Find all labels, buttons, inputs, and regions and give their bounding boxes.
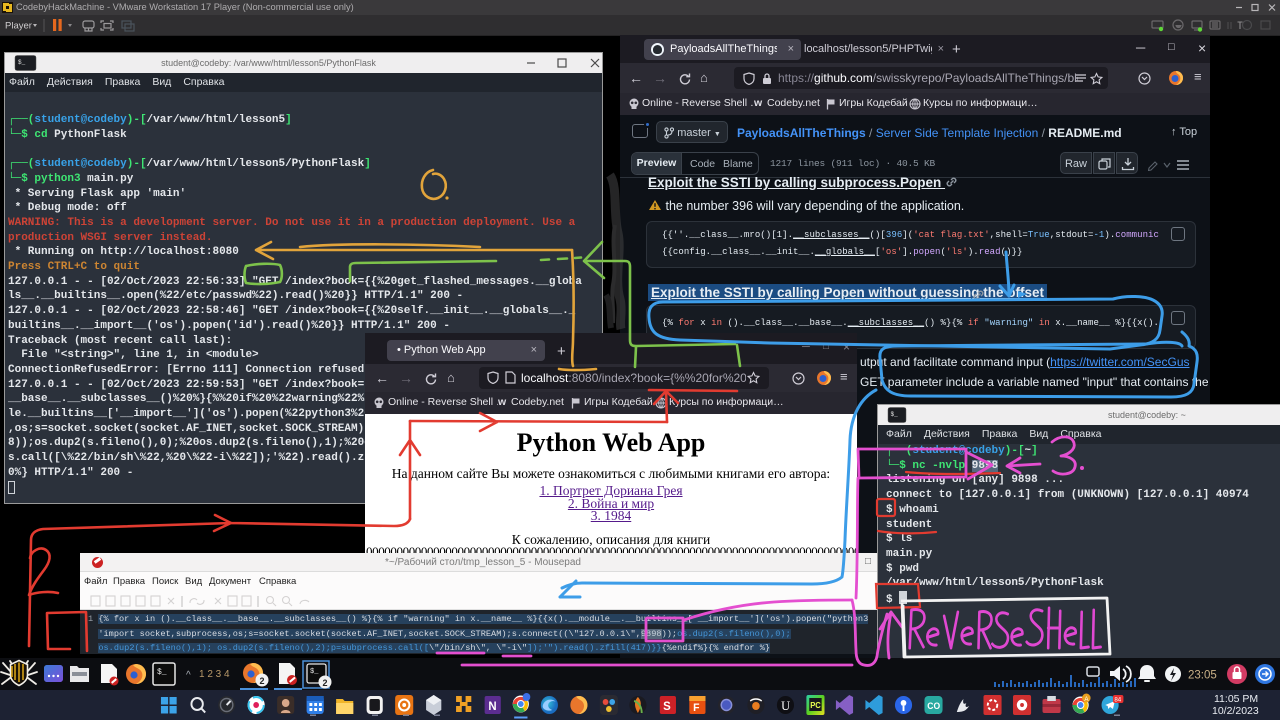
- svg-text:CO: CO: [927, 701, 940, 711]
- svg-text:2: 2: [323, 678, 328, 688]
- svg-text:$_: $_: [157, 668, 167, 677]
- svg-text:11:05 PM: 11:05 PM: [1214, 693, 1258, 705]
- svg-text:PC: PC: [810, 701, 821, 710]
- svg-text:23:05: 23:05: [1188, 670, 1217, 682]
- svg-text:F: F: [693, 702, 700, 714]
- svg-text:S: S: [663, 700, 671, 713]
- svg-text:2: 2: [260, 676, 265, 686]
- svg-text:1 2 3 4: 1 2 3 4: [199, 669, 230, 680]
- svg-text:$_: $_: [891, 411, 899, 418]
- svg-text:84: 84: [1114, 696, 1121, 703]
- svg-text:$_: $_: [18, 59, 26, 66]
- svg-text:U: U: [781, 699, 790, 713]
- svg-text:N: N: [488, 700, 496, 713]
- svg-text:$_: $_: [310, 668, 319, 676]
- svg-text:Player: Player: [5, 21, 32, 32]
- svg-text:^: ^: [186, 670, 191, 681]
- svg-text:10/2/2023: 10/2/2023: [1212, 705, 1259, 717]
